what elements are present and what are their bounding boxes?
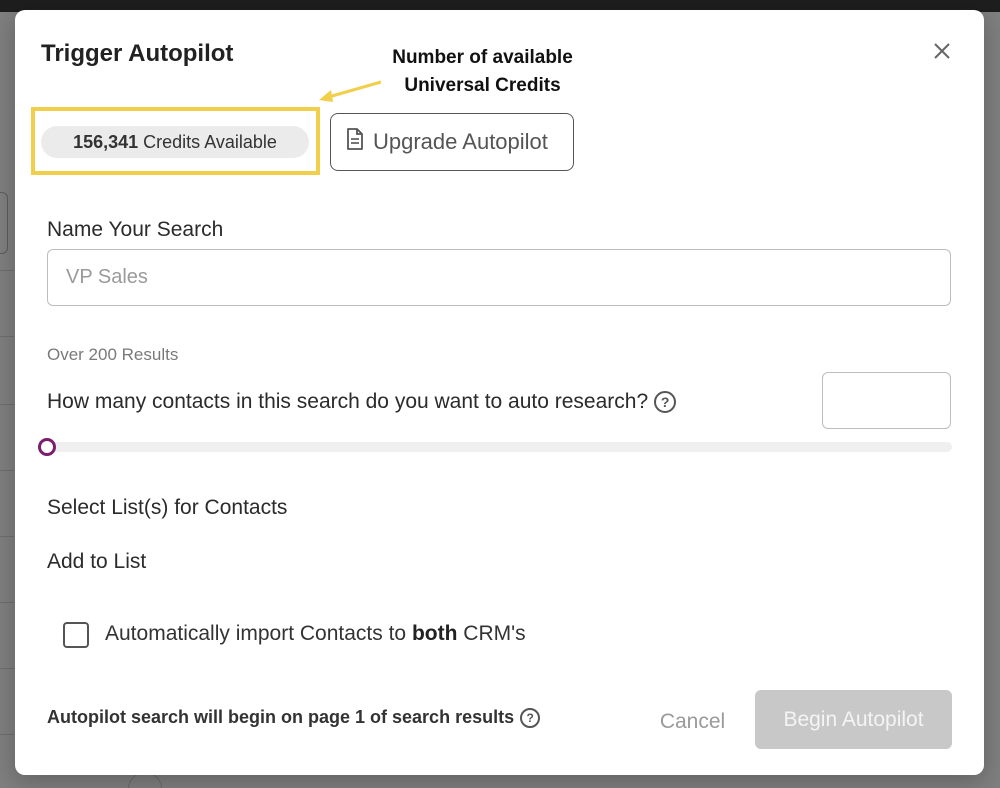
search-name-input[interactable] bbox=[47, 249, 951, 306]
document-icon bbox=[345, 127, 365, 157]
contacts-question-text: How many contacts in this search do you … bbox=[47, 390, 649, 413]
background-edge bbox=[0, 192, 8, 254]
upgrade-autopilot-button[interactable]: Upgrade Autopilot bbox=[330, 113, 574, 171]
annotation-callout: Number of available Universal Credits bbox=[370, 44, 595, 100]
credits-label: Credits Available bbox=[143, 132, 277, 152]
import-contacts-checkbox[interactable] bbox=[63, 622, 89, 648]
annotation-arrow-icon bbox=[319, 80, 382, 102]
background-divider bbox=[0, 404, 14, 405]
import-text-bold: both bbox=[411, 622, 458, 645]
background-divider bbox=[0, 336, 14, 337]
trigger-autopilot-modal: Trigger Autopilot Number of available Un… bbox=[15, 10, 984, 775]
question-circle-icon[interactable]: ? bbox=[520, 708, 541, 729]
question-circle-icon[interactable]: ? bbox=[654, 391, 677, 414]
contacts-slider-track[interactable] bbox=[47, 442, 952, 452]
results-count: Over 200 Results bbox=[47, 345, 179, 364]
select-lists-label: Select List(s) for Contacts bbox=[47, 496, 288, 519]
background-divider bbox=[0, 734, 14, 735]
background-divider bbox=[0, 602, 14, 603]
background-divider bbox=[0, 668, 14, 669]
upgrade-autopilot-label: Upgrade Autopilot bbox=[373, 129, 548, 154]
import-text-before: Automatically import Contacts to bbox=[105, 622, 412, 645]
import-contacts-label: Automatically import Contacts to both CR… bbox=[105, 622, 526, 646]
cancel-button[interactable]: Cancel bbox=[640, 703, 745, 741]
footer-note-text: Autopilot search will begin on page 1 of… bbox=[47, 707, 515, 727]
name-search-label: Name Your Search bbox=[47, 218, 224, 241]
background-divider bbox=[0, 470, 14, 471]
credits-amount: 156,341 bbox=[73, 132, 139, 152]
footer-note: Autopilot search will begin on page 1 of… bbox=[47, 707, 541, 729]
import-text-after: CRM's bbox=[457, 622, 526, 645]
annotation-line-2: Universal Credits bbox=[404, 75, 561, 96]
modal-title: Trigger Autopilot bbox=[41, 40, 234, 67]
close-icon[interactable] bbox=[931, 40, 953, 62]
contacts-count-input[interactable] bbox=[822, 372, 951, 429]
contacts-slider-thumb[interactable] bbox=[38, 438, 56, 456]
annotation-line-1: Number of available bbox=[392, 47, 573, 68]
background-divider bbox=[0, 536, 14, 537]
begin-autopilot-button[interactable]: Begin Autopilot bbox=[755, 690, 952, 749]
contacts-question: How many contacts in this search do you … bbox=[47, 390, 677, 414]
add-to-list-label[interactable]: Add to List bbox=[47, 550, 146, 574]
credits-available-badge: 156,341 Credits Available bbox=[41, 126, 309, 158]
background-divider bbox=[0, 270, 14, 271]
